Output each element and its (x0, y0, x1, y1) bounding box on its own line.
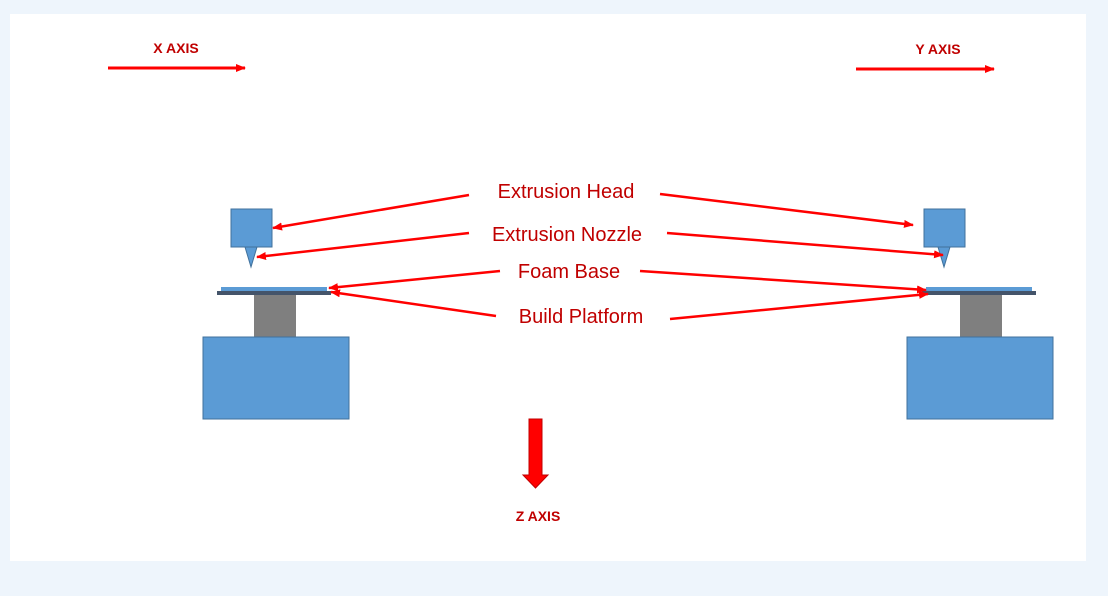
right-printer-base (906, 336, 1054, 420)
z-axis-label: Z AXIS (516, 508, 561, 524)
extrusion-nozzle-label: Extrusion Nozzle (492, 224, 642, 246)
diagram-canvas (10, 14, 1086, 561)
right-foam-base (926, 287, 1032, 291)
left-platform-column (254, 295, 296, 337)
left-build-platform (217, 291, 331, 295)
left-printer-base (202, 336, 350, 420)
left-foam-base (221, 287, 327, 291)
foam-base-label: Foam Base (518, 261, 620, 283)
right-platform-column (960, 295, 1002, 337)
x-axis-label: X AXIS (153, 40, 198, 56)
left-extrusion-head (230, 208, 273, 248)
diagram-stage: X AXIS Y AXIS Extrusion Head Extrusion N… (0, 0, 1108, 591)
build-platform-label: Build Platform (519, 306, 644, 328)
extrusion-head-label: Extrusion Head (498, 181, 635, 203)
right-extrusion-head (923, 208, 966, 248)
right-build-platform (922, 291, 1036, 295)
printer-axes-diagram: X AXIS Y AXIS Extrusion Head Extrusion N… (10, 14, 1086, 561)
y-axis-label: Y AXIS (915, 41, 960, 57)
